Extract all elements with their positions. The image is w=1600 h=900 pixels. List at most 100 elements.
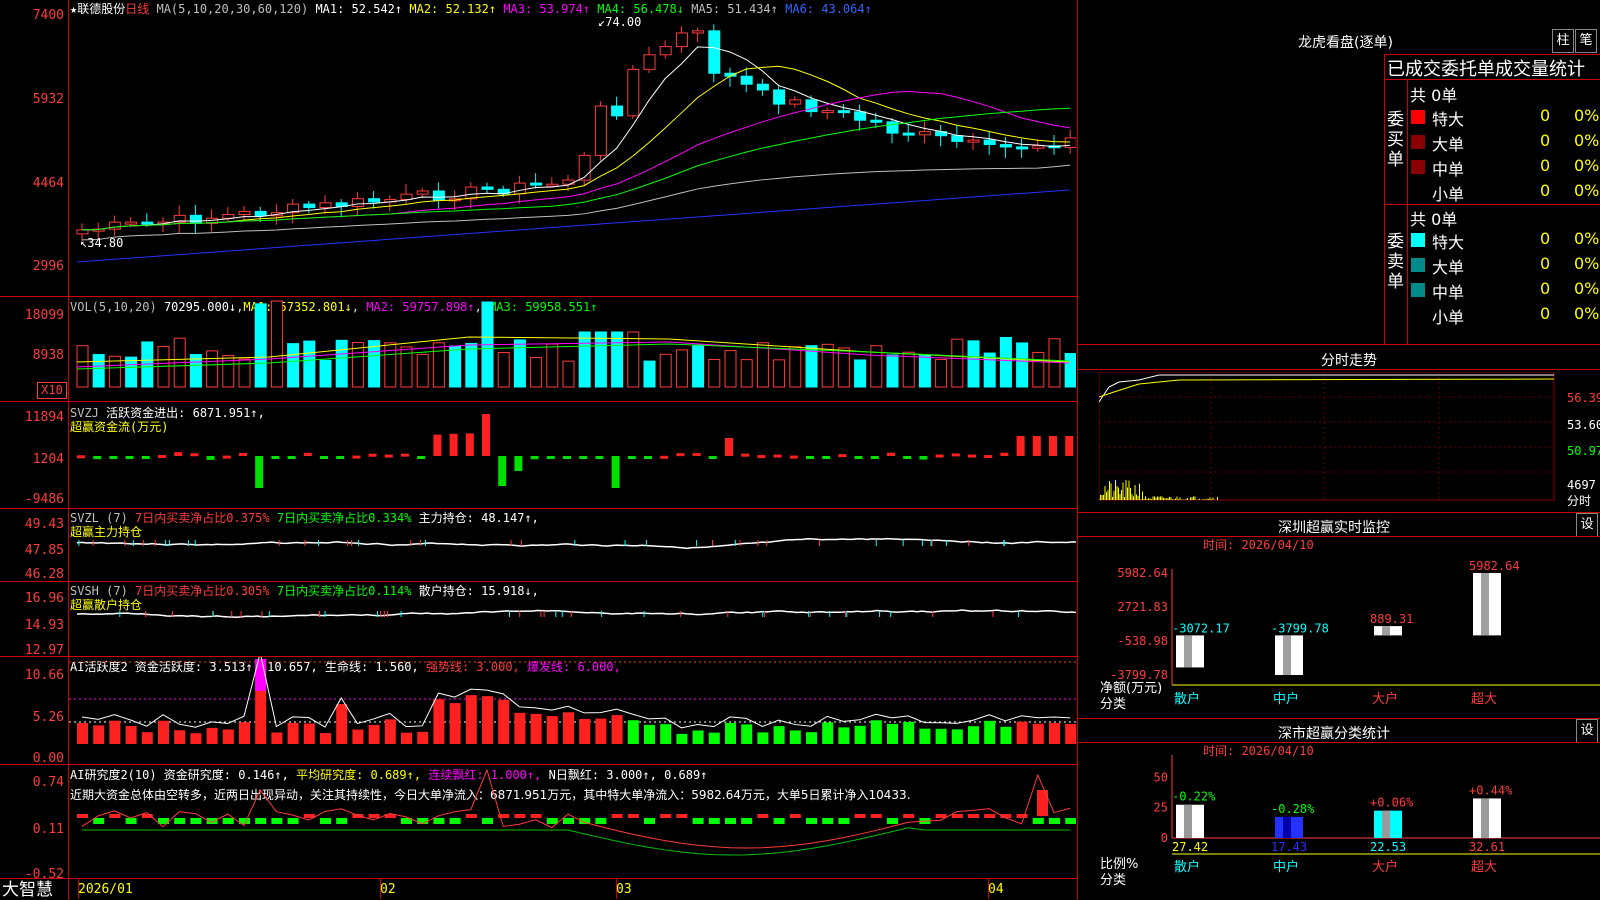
flow-bar [368,453,377,457]
intraday-avg-line [1099,378,1555,398]
candle-body [918,131,931,136]
flow-bar [887,452,895,456]
activity-bar [449,703,461,744]
research-bar [109,814,121,818]
research-bar [514,814,526,818]
flow-bar [384,454,393,458]
volume-bar [643,360,656,388]
sz-monitor-value: -3799.78 [1271,621,1329,635]
candle-body [967,139,980,143]
candle-body [708,30,721,74]
sz-class-change: -0.28% [1271,802,1315,816]
svzj-axis-3: -9486 [24,492,64,507]
flow-bar [514,456,523,471]
flow-bar [271,456,280,459]
candlestick-chart[interactable] [69,0,1076,296]
svzl-chart[interactable] [69,509,1076,581]
research-bar [125,818,137,824]
ai-research-chart[interactable] [69,765,1076,878]
svzj-axis-1: 11894 [24,410,64,425]
activity-bar [514,712,526,744]
volume-bar [513,339,526,388]
vol-unit-badge[interactable]: X10 [37,382,67,399]
activity-bar [757,732,769,744]
volume-bar [287,343,300,388]
sz-monitor-settings-button[interactable]: 设 [1576,513,1598,537]
sz-class-xlabel: 分类 [1100,873,1127,888]
svzj-chart[interactable] [69,402,1076,508]
sz-class-chart[interactable]: 7550250-0.22%27.42散户-0.28%17.43中户+0.06%2… [1100,755,1600,900]
flow-bar [449,433,458,456]
activity-bar [401,732,412,744]
activity-bar [482,696,493,744]
buy-row-label: 中单 [1432,160,1465,179]
activity-bar [368,724,380,744]
flow-bar [1016,436,1025,456]
volume-bar [1016,342,1029,388]
volume-bar [368,340,381,388]
sz-monitor-title: 深圳超赢实时监控 [1278,520,1390,536]
volume-chart[interactable] [69,297,1076,401]
activity-bar [692,730,704,744]
flow-bar [708,456,717,459]
activity-bar [125,725,137,744]
volume-bar [611,331,624,388]
volume-bar [1032,351,1045,388]
intraday-axis-3: 50.97 [1567,444,1600,458]
svsh-axis-3: 12.97 [24,643,64,658]
volume-bar [692,344,705,388]
activity-bar [93,725,105,744]
research-bar [708,818,720,824]
bar-mode-button[interactable]: 柱 [1552,29,1574,53]
buy-swatch [1411,135,1425,149]
volume-bar [854,359,867,388]
volume-bar [92,354,105,388]
svsh-axis-1: 16.96 [24,591,64,606]
flow-bar [822,456,831,459]
activity-bar [741,724,753,744]
sz-class-settings-button[interactable]: 设 [1576,719,1598,743]
flow-bar [903,456,912,459]
sz-class-change: +0.44% [1469,783,1513,797]
sz-class-tick: 0 [1161,831,1168,845]
vol-axis-2: 8938 [32,348,64,363]
ai-activity-chart[interactable] [69,657,1076,764]
sz-monitor-bar-shade [1283,635,1291,675]
volume-bar [1064,353,1076,388]
buy-row-pct: 0% [1574,156,1600,175]
research-bar [530,814,542,818]
activity-bar [563,712,574,744]
flow-bar [303,452,312,456]
flow-bar [482,414,490,456]
sz-monitor-category: 中户 [1273,691,1299,707]
svsh-chart[interactable] [69,582,1076,656]
research-bar [789,814,801,818]
volume-bar [951,338,964,388]
research-line [81,768,1071,849]
candle-body [675,32,688,48]
sz-monitor-bar-shade [1382,626,1390,636]
research-bar [806,818,817,824]
date-axis-1: 2026/01 [78,882,133,897]
activity-bar [919,728,931,744]
research-bar [725,818,736,824]
candle-body [432,190,445,201]
sz-monitor-category: 散户 [1174,691,1200,707]
activity-bar [465,695,477,744]
volume-bar [918,355,931,388]
candle-body [643,54,656,70]
intraday-chart[interactable] [1099,372,1567,510]
research-bar [627,814,639,818]
flow-bar [498,456,507,486]
flow-bar [1032,436,1041,456]
flow-bar [433,434,442,456]
activity-bar [935,728,947,744]
sell-swatch [1411,258,1425,272]
pen-mode-button[interactable]: 笔 [1575,29,1597,53]
candle-body [319,202,332,209]
activity-bar [806,732,817,744]
activity-bar [870,720,882,744]
flow-bar [919,456,928,460]
volume-bar [675,349,688,388]
sz-monitor-chart[interactable]: 5982.642721.83-538.98-3799.78-3072.17散户-… [1100,555,1600,720]
